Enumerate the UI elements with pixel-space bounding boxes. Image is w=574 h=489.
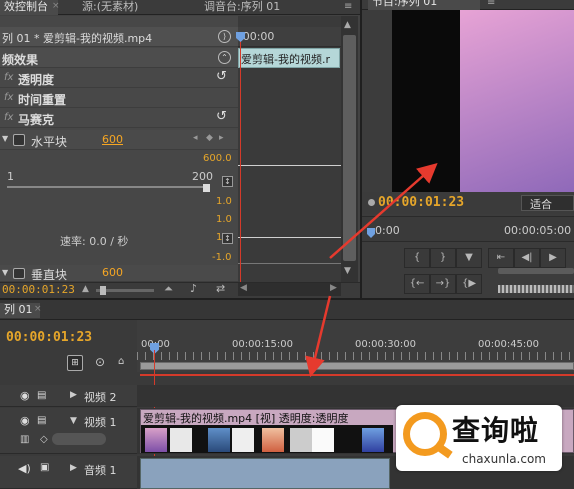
annotation-arrows bbox=[305, 163, 438, 378]
arrow-to-preview bbox=[329, 163, 438, 259]
arrow-to-timeline bbox=[305, 295, 332, 378]
